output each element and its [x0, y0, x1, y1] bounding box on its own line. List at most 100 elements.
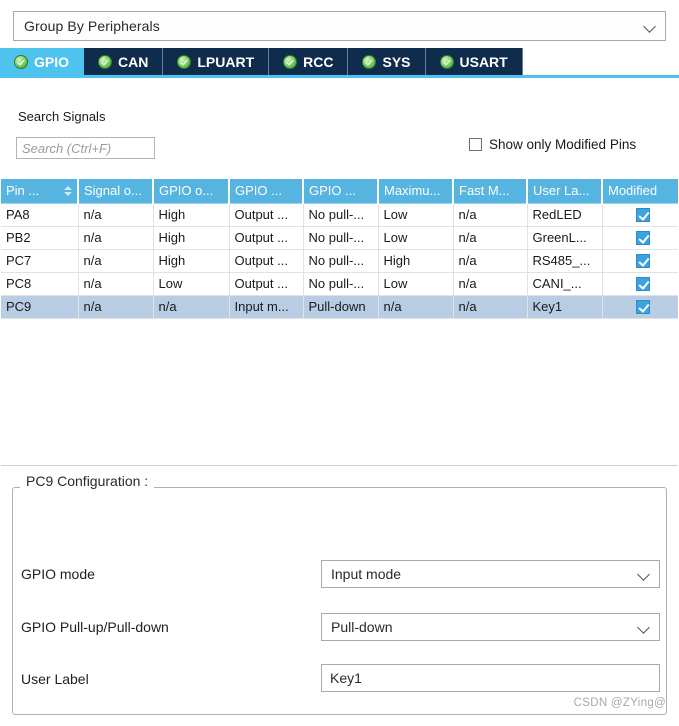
cell-fast-mode: n/a [453, 272, 528, 296]
column-header-modified[interactable]: Modified [602, 179, 678, 204]
cell-signal: n/a [78, 226, 154, 250]
cell-pin: PA8 [1, 203, 79, 227]
table-row-selected[interactable]: PC9 n/a n/a Input m... Pull-down n/a n/a… [1, 295, 678, 319]
cell-gpio-output: High [153, 226, 230, 250]
column-header-user-label[interactable]: User La... [527, 179, 603, 204]
tab-rcc[interactable]: RCC [269, 48, 349, 75]
gpio-mode-value: Input mode [331, 566, 402, 582]
tabstrip-filler [522, 48, 679, 75]
cell-pin: PB2 [1, 226, 79, 250]
gpio-pull-value: Pull-down [331, 619, 393, 635]
checkbox-checked-icon[interactable] [635, 277, 650, 292]
cell-pin: PC7 [1, 249, 79, 273]
checkbox-checked-icon[interactable] [635, 300, 650, 315]
chevron-down-icon [638, 568, 651, 581]
column-header-gpio-pull[interactable]: GPIO ... [303, 179, 379, 204]
tab-usart[interactable]: USART [425, 48, 523, 75]
cell-fast-mode: n/a [453, 226, 528, 250]
cell-maximum: n/a [378, 295, 454, 319]
configuration-legend: PC9 Configuration : [20, 473, 155, 489]
cell-pin: PC9 [1, 295, 79, 319]
cell-maximum: Low [378, 203, 454, 227]
cell-signal: n/a [78, 272, 154, 296]
checkbox-checked-icon[interactable] [635, 231, 650, 246]
cell-pin: PC8 [1, 272, 79, 296]
pins-table: Pin ... Signal o... GPIO o... GPIO ... G… [1, 179, 678, 319]
column-header-pin[interactable]: Pin ... [1, 179, 79, 204]
cell-maximum: Low [378, 272, 454, 296]
table-header-row: Pin ... Signal o... GPIO o... GPIO ... G… [1, 179, 678, 204]
cell-gpio-output: High [153, 249, 230, 273]
cell-gpio-pull: No pull-... [303, 272, 379, 296]
show-only-modified-pins-checkbox[interactable]: Show only Modified Pins [469, 137, 636, 152]
tab-label: CAN [118, 53, 149, 70]
sort-arrows-icon[interactable] [64, 185, 73, 197]
green-check-icon [283, 54, 298, 69]
group-by-value: Group By Peripherals [24, 18, 160, 34]
column-label: Pin ... [6, 183, 40, 199]
cell-gpio-pull: No pull-... [303, 203, 379, 227]
show-only-modified-pins-label: Show only Modified Pins [489, 137, 637, 152]
cell-gpio-mode: Output ... [229, 272, 304, 296]
cell-fast-mode: n/a [453, 203, 528, 227]
tab-label: GPIO [34, 53, 70, 70]
column-header-maximum-speed[interactable]: Maximu... [378, 179, 454, 204]
column-header-fast-mode[interactable]: Fast M... [453, 179, 528, 204]
green-check-icon [98, 54, 113, 69]
user-label-label: User Label [21, 671, 89, 687]
cell-gpio-mode: Output ... [229, 203, 304, 227]
cell-maximum: Low [378, 226, 454, 250]
cell-gpio-output: High [153, 203, 230, 227]
tab-underline [0, 75, 679, 78]
search-input[interactable] [16, 137, 155, 159]
tab-lpuart[interactable]: LPUART [163, 48, 270, 75]
cell-gpio-mode: Output ... [229, 249, 304, 273]
column-header-gpio-output-level[interactable]: GPIO o... [153, 179, 230, 204]
tab-gpio[interactable]: GPIO [0, 48, 85, 75]
table-row[interactable]: PC7 n/a High Output ... No pull-... High… [1, 249, 678, 273]
cell-user-label: RS485_... [527, 249, 603, 273]
column-header-gpio-mode[interactable]: GPIO ... [229, 179, 304, 204]
table-row[interactable]: PB2 n/a High Output ... No pull-... Low … [1, 226, 678, 250]
column-header-signal[interactable]: Signal o... [78, 179, 154, 204]
gpio-mode-combobox[interactable]: Input mode [321, 560, 660, 588]
peripheral-tabs: GPIO CAN LPUART RCC SYS USART [0, 48, 679, 76]
cell-modified [602, 272, 678, 296]
cell-modified [602, 249, 678, 273]
gpio-pull-label: GPIO Pull-up/Pull-down [21, 619, 169, 635]
pins-table-container: Pin ... Signal o... GPIO o... GPIO ... G… [1, 179, 678, 466]
tab-sys[interactable]: SYS [348, 48, 426, 75]
cell-signal: n/a [78, 203, 154, 227]
cell-gpio-pull: Pull-down [303, 295, 379, 319]
cell-modified [602, 226, 678, 250]
cell-gpio-pull: No pull-... [303, 249, 379, 273]
tab-label: USART [459, 53, 508, 70]
cell-user-label: RedLED [527, 203, 603, 227]
cell-gpio-pull: No pull-... [303, 226, 379, 250]
cell-gpio-output: Low [153, 272, 230, 296]
green-check-icon [177, 54, 192, 69]
green-check-icon [362, 54, 377, 69]
group-by-combobox[interactable]: Group By Peripherals [13, 11, 666, 41]
table-row[interactable]: PA8 n/a High Output ... No pull-... Low … [1, 203, 678, 227]
cell-gpio-output: n/a [153, 295, 230, 319]
gpio-pull-combobox[interactable]: Pull-down [321, 613, 660, 641]
checkbox-unchecked-icon[interactable] [469, 138, 482, 151]
tab-can[interactable]: CAN [84, 48, 164, 75]
cell-signal: n/a [78, 249, 154, 273]
cell-modified [602, 295, 678, 319]
tab-label: LPUART [197, 53, 255, 70]
cell-user-label: Key1 [527, 295, 603, 319]
cell-maximum: High [378, 249, 454, 273]
checkbox-checked-icon[interactable] [635, 254, 650, 269]
search-signals-label: Search Signals [18, 109, 106, 124]
cell-modified [602, 203, 678, 227]
checkbox-checked-icon[interactable] [635, 208, 650, 223]
cell-gpio-mode: Input m... [229, 295, 304, 319]
user-label-input[interactable] [321, 664, 660, 692]
chevron-down-icon [638, 621, 651, 634]
table-row[interactable]: PC8 n/a Low Output ... No pull-... Low n… [1, 272, 678, 296]
pin-configuration-panel: Group By Peripherals GPIO CAN LPUART RCC… [0, 0, 679, 726]
tab-label: SYS [382, 53, 411, 70]
chevron-down-icon [644, 20, 657, 33]
